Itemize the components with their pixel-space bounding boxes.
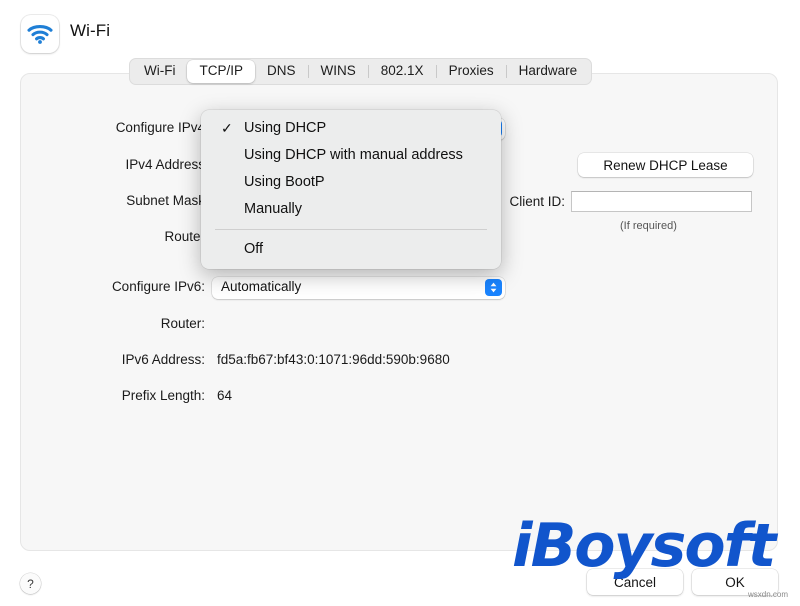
menu-separator: [215, 229, 487, 230]
tab-wi-fi[interactable]: Wi-Fi: [132, 60, 187, 83]
configure-ipv4-label: Configure IPv4: [115, 120, 205, 135]
menu-item-label: Using BootP: [244, 174, 325, 190]
help-button[interactable]: ?: [20, 573, 41, 594]
menu-item-off[interactable]: Off: [201, 236, 501, 263]
router-label: Router: [164, 229, 205, 244]
menu-item-manually[interactable]: Manually: [201, 196, 501, 223]
tab-bar: Wi-Fi TCP/IP DNS WINS 802.1X Proxies Har…: [129, 58, 593, 85]
tab-wins[interactable]: WINS: [309, 60, 368, 83]
tab-dns[interactable]: DNS: [255, 60, 308, 83]
menu-item-label: Using DHCP with manual address: [244, 147, 463, 163]
menu-item-using-dhcp-with-manual-address[interactable]: Using DHCP with manual address: [201, 142, 501, 169]
configure-ipv4-menu: ✓ Using DHCP Using DHCP with manual addr…: [201, 110, 501, 269]
ipv6-router-label: Router:: [160, 316, 205, 331]
renew-dhcp-lease-button[interactable]: Renew DHCP Lease: [578, 153, 753, 177]
checkmark-icon: ✓: [221, 120, 233, 136]
menu-item-label: Using DHCP: [244, 120, 327, 136]
prefix-length-label: Prefix Length:: [121, 388, 205, 403]
tab-hardware[interactable]: Hardware: [507, 60, 590, 83]
page-title: Wi-Fi: [70, 21, 111, 40]
client-id-hint: (If required): [620, 220, 677, 232]
configure-ipv6-popup-value: Automatically: [221, 279, 302, 294]
tab-802-1x[interactable]: 802.1X: [369, 60, 436, 83]
ipv6-address-label: IPv6 Address:: [121, 352, 205, 367]
chevron-updown-icon: [485, 279, 502, 296]
prefix-length-value: 64: [217, 388, 233, 403]
window-header: Wi-Fi: [0, 0, 800, 60]
configure-ipv6-popup[interactable]: Automatically: [212, 277, 505, 299]
menu-item-using-bootp[interactable]: Using BootP: [201, 169, 501, 196]
watermark-url: wsxdn.com: [748, 590, 789, 599]
menu-item-using-dhcp[interactable]: ✓ Using DHCP: [201, 115, 501, 142]
menu-item-label: Manually: [244, 201, 303, 217]
tab-proxies[interactable]: Proxies: [437, 60, 506, 83]
tab-tcp-ip[interactable]: TCP/IP: [187, 60, 255, 83]
wifi-icon: [21, 15, 59, 53]
ipv4-address-label: IPv4 Address: [125, 157, 205, 172]
ipv6-address-value: fd5a:fb67:bf43:0:1071:96dd:590b:9680: [217, 352, 450, 367]
menu-item-label: Off: [244, 241, 264, 257]
configure-ipv6-label: Configure IPv6:: [111, 279, 205, 294]
subnet-mask-label: Subnet Mask: [126, 193, 205, 208]
cancel-button[interactable]: Cancel: [587, 569, 683, 595]
client-id-input[interactable]: [571, 191, 752, 212]
